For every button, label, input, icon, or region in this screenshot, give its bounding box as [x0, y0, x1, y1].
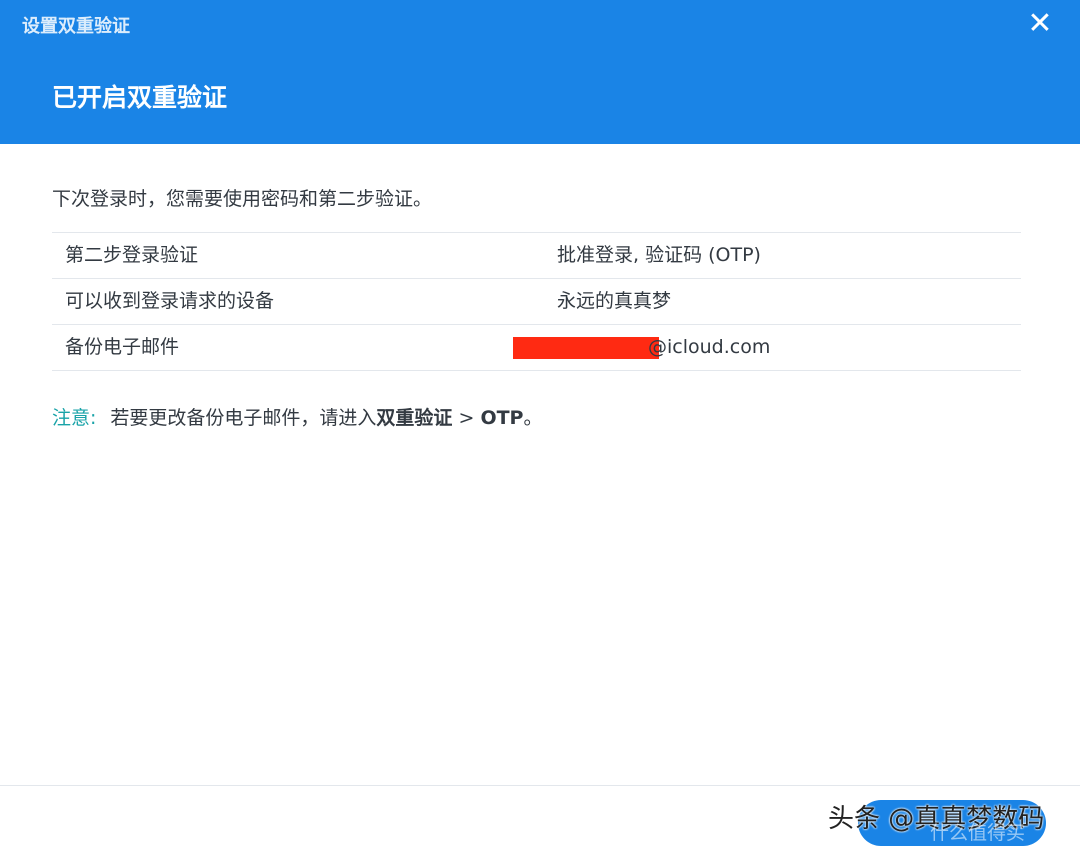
- footer-divider: [0, 785, 1080, 786]
- note-suffix: 。: [523, 407, 543, 429]
- row-label: 第二步登录验证: [65, 244, 199, 266]
- two-factor-dialog: 设置双重验证 ✕ 已开启双重验证 下次登录时，您需要使用密码和第二步验证。 第二…: [0, 0, 1080, 855]
- note-label: 注意:: [52, 407, 97, 429]
- window-title: 设置双重验证: [22, 16, 130, 37]
- note-prefix: 若要更改备份电子邮件，请进入: [110, 407, 377, 429]
- note-text: 注意: 若要更改备份电子邮件，请进入双重验证 > OTP。: [52, 403, 543, 430]
- table-row: 可以收到登录请求的设备 永远的真真梦: [52, 279, 1021, 325]
- table-row: 第二步登录验证 批准登录, 验证码 (OTP): [52, 233, 1021, 279]
- row-value: 批准登录, 验证码 (OTP): [557, 244, 761, 266]
- row-label: 可以收到登录请求的设备: [65, 290, 275, 312]
- settings-summary-table: 第二步登录验证 批准登录, 验证码 (OTP) 可以收到登录请求的设备 永远的真…: [52, 232, 1021, 371]
- note-path-1: 双重验证: [376, 407, 453, 429]
- watermark-text-secondary: 什么值得买: [930, 822, 1026, 844]
- note-path-2: OTP: [480, 407, 524, 429]
- row-label: 备份电子邮件: [65, 336, 180, 358]
- redaction-bar: [513, 337, 659, 359]
- close-icon[interactable]: ✕: [1024, 8, 1056, 40]
- backup-email-value: @icloud.com: [648, 336, 771, 358]
- dialog-header: 设置双重验证 ✕ 已开启双重验证: [0, 0, 1080, 144]
- table-row: 备份电子邮件 @icloud.com: [52, 325, 1021, 371]
- row-value: 永远的真真梦: [557, 290, 672, 312]
- note-separator: >: [452, 407, 481, 429]
- intro-text: 下次登录时，您需要使用密码和第二步验证。: [52, 188, 433, 210]
- page-title: 已开启双重验证: [52, 83, 228, 112]
